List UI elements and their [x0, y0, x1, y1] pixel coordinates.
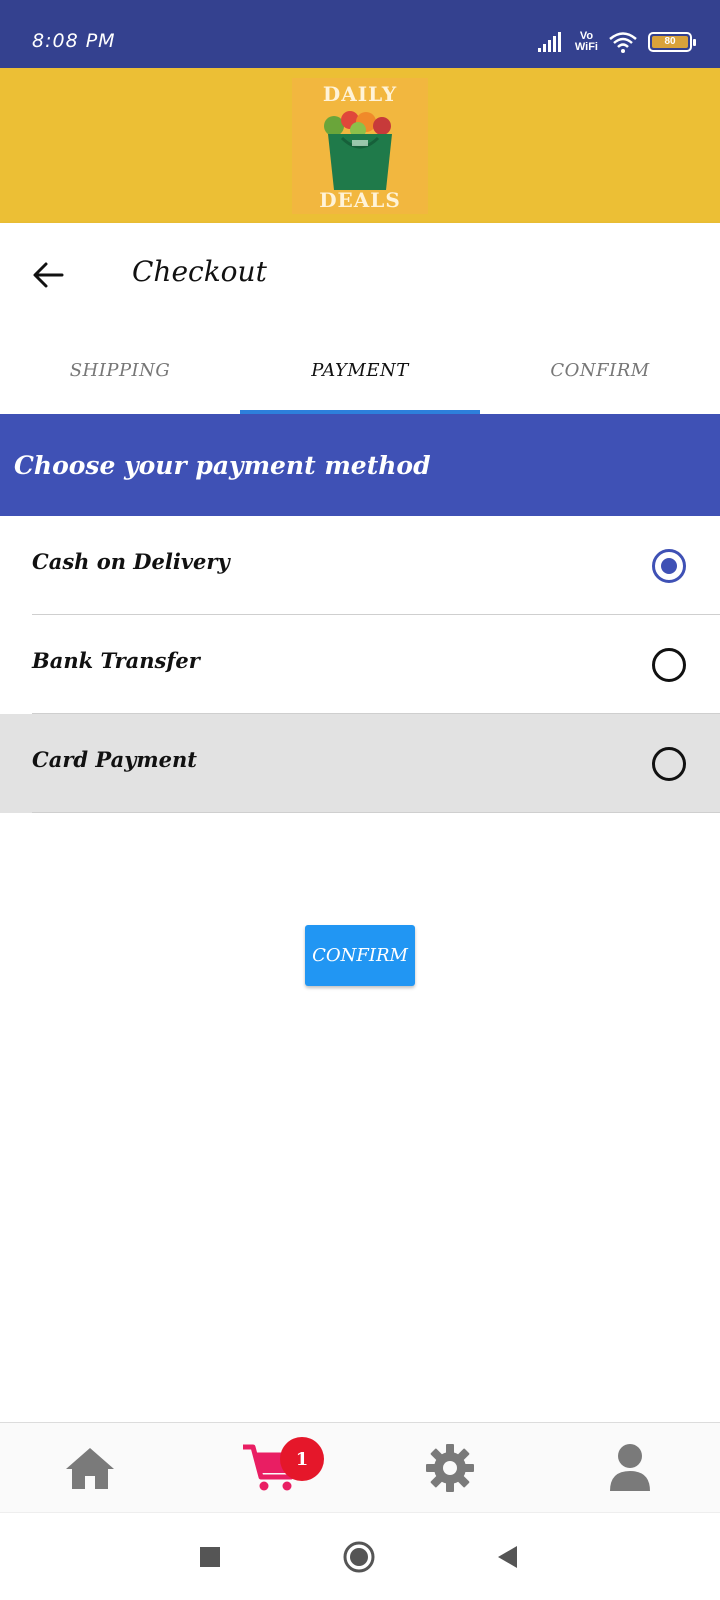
payment-method-header: Choose your payment method: [0, 414, 720, 516]
payment-option-label: Bank Transfer: [32, 648, 200, 673]
app-bar: Checkout: [0, 223, 720, 327]
radio-cash-on-delivery[interactable]: [652, 549, 686, 583]
page-title: Checkout: [132, 255, 267, 288]
user-icon: [610, 1444, 650, 1491]
recents-button[interactable]: [180, 1533, 240, 1581]
payment-option-card[interactable]: Card Payment: [0, 714, 720, 813]
battery-icon: 80: [648, 32, 696, 52]
daily-deals-logo: DAILY DEALS: [292, 78, 428, 214]
vowifi-indicator: Vo WiFi: [575, 31, 598, 53]
nav-settings[interactable]: [360, 1423, 540, 1513]
back-triangle-icon: [498, 1546, 517, 1568]
confirm-button[interactable]: CONFIRM: [305, 925, 415, 986]
radio-card-payment[interactable]: [652, 747, 686, 781]
logo-text-bottom: DEALS: [319, 188, 401, 212]
tab-shipping[interactable]: SHIPPING: [0, 327, 240, 414]
payment-option-bank[interactable]: Bank Transfer: [0, 615, 720, 714]
arrow-left-icon: [33, 262, 64, 288]
system-back-button[interactable]: [478, 1533, 538, 1581]
tab-confirm[interactable]: CONFIRM: [480, 327, 720, 414]
tab-payment[interactable]: PAYMENT: [240, 327, 480, 414]
system-navigation-bar: [0, 1512, 720, 1600]
checkout-steps-tabs: SHIPPING PAYMENT CONFIRM: [0, 327, 720, 414]
vowifi-bottom: WiFi: [574, 41, 598, 53]
nav-home[interactable]: [0, 1423, 180, 1513]
gear-icon: [426, 1444, 474, 1492]
status-icons: Vo WiFi 80: [537, 28, 696, 56]
recents-icon: [200, 1547, 220, 1567]
app-banner: DAILY DEALS: [0, 68, 720, 223]
payment-option-cash[interactable]: Cash on Delivery: [0, 516, 720, 615]
status-time: 8:08 PM: [32, 30, 116, 52]
battery-level: 80: [652, 36, 688, 48]
home-icon: [66, 1448, 114, 1489]
payment-option-label: Cash on Delivery: [32, 549, 230, 574]
radio-bank-transfer[interactable]: [652, 648, 686, 682]
bottom-navigation: 1: [0, 1422, 720, 1512]
back-button[interactable]: [24, 253, 72, 297]
status-bar: 8:08 PM Vo WiFi 80: [0, 0, 720, 68]
home-circle-icon: [343, 1541, 375, 1573]
signal-icon: [537, 32, 561, 52]
wifi-icon: [609, 32, 637, 53]
divider: [32, 812, 720, 813]
system-home-button[interactable]: [329, 1533, 389, 1581]
nav-profile[interactable]: [540, 1423, 720, 1513]
nav-cart[interactable]: 1: [180, 1423, 360, 1513]
cart-count-badge: 1: [280, 1437, 324, 1481]
payment-option-label: Card Payment: [32, 747, 197, 772]
